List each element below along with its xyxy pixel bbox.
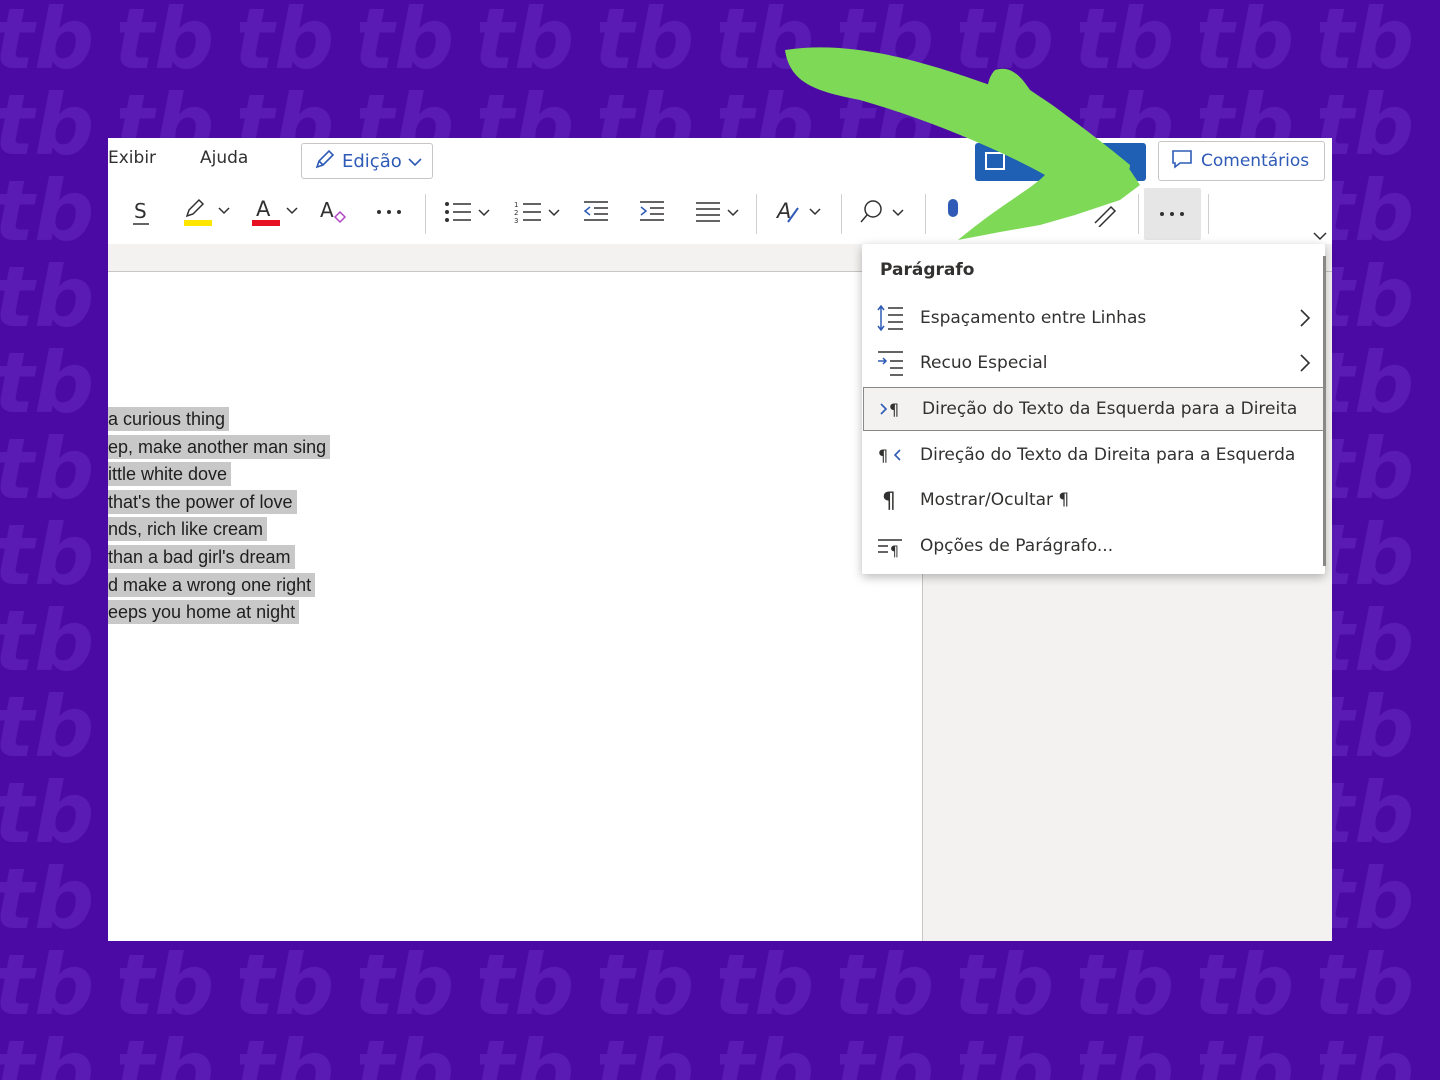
comments-button[interactable]: Comentários <box>1158 141 1325 181</box>
menu-item-label: Opções de Parágrafo... <box>920 536 1114 556</box>
menu-title: Parágrafo <box>880 260 975 280</box>
menu-scrollbar[interactable] <box>1323 256 1326 566</box>
ltr-paragraph-icon: ¶ <box>864 387 922 431</box>
clear-formatting-button[interactable]: A <box>316 190 350 234</box>
editor-icon <box>1091 197 1119 227</box>
dictate-icon <box>943 197 963 227</box>
font-color-button[interactable]: A <box>249 190 305 234</box>
decrease-indent-button[interactable] <box>580 190 612 234</box>
special-indent-icon <box>862 341 920 385</box>
strikethrough-button[interactable]: S <box>126 190 156 234</box>
strikethrough-icon: S <box>131 198 151 226</box>
more-options-icon <box>1158 210 1188 218</box>
share-icon <box>985 152 1005 170</box>
toolbar-separator <box>1208 194 1209 234</box>
svg-text:3: 3 <box>514 217 518 225</box>
chevron-right-icon <box>1285 353 1325 373</box>
decrease-indent-icon <box>581 197 611 227</box>
rtl-paragraph-icon: ¶ <box>862 433 920 477</box>
menu-item-paragraph-options[interactable]: ¶ Opções de Parágrafo... <box>862 524 1325 568</box>
document-line: eeps you home at night <box>108 599 330 627</box>
menu-item-rtl-direction[interactable]: ¶ Direção do Texto da Direita para a Esq… <box>862 433 1325 477</box>
editing-mode-button[interactable]: Edição <box>301 143 433 179</box>
menu-item-special-indent[interactable]: Recuo Especial <box>862 341 1325 385</box>
more-font-icon <box>375 208 405 216</box>
menu-item-label: Recuo Especial <box>920 353 1048 373</box>
pilcrow-icon: ¶ <box>862 478 920 522</box>
comment-bubble-icon <box>1171 149 1193 174</box>
ribbon-tabs: Exibir Ajuda Edição Comentários <box>108 138 1332 184</box>
numbering-button[interactable]: 123 <box>512 190 568 234</box>
increase-indent-icon <box>637 197 667 227</box>
share-button[interactable] <box>975 143 1146 181</box>
align-icon <box>693 197 747 227</box>
editor-button[interactable] <box>1088 190 1122 234</box>
bullets-icon <box>443 197 497 227</box>
toolbar-separator <box>756 194 757 234</box>
chevron-down-icon <box>408 151 422 172</box>
svg-text:¶: ¶ <box>882 489 896 512</box>
comment-button[interactable] <box>1014 190 1044 234</box>
dictate-button[interactable] <box>938 190 968 234</box>
menu-item-label: Direção do Texto da Direita para a Esque… <box>920 445 1296 465</box>
styles-icon: A <box>774 196 828 228</box>
comment-icon <box>1017 197 1041 227</box>
clear-format-icon: A <box>317 197 349 227</box>
line-spacing-icon <box>862 296 920 340</box>
paragraph-options-icon: ¶ <box>862 524 920 568</box>
chevron-right-icon <box>1285 308 1325 328</box>
svg-text:2: 2 <box>514 209 518 217</box>
numbering-icon: 123 <box>513 197 567 227</box>
toolbar-separator <box>925 194 926 234</box>
menu-item-label: Mostrar/Ocultar ¶ <box>920 490 1070 510</box>
document-line: a curious thing <box>108 406 330 434</box>
font-color-icon: A <box>250 196 304 228</box>
document-line: d make a wrong one right <box>108 572 330 600</box>
comments-label: Comentários <box>1201 151 1310 171</box>
menu-item-label: Espaçamento entre Linhas <box>920 308 1147 328</box>
svg-text:¶: ¶ <box>878 446 888 465</box>
increase-indent-button[interactable] <box>636 190 668 234</box>
toolbar-separator <box>1138 194 1139 234</box>
tab-view[interactable]: Exibir <box>108 148 156 168</box>
svg-text:¶: ¶ <box>890 544 899 558</box>
toolbar-separator <box>425 194 426 234</box>
menu-item-label: Direção do Texto da Esquerda para a Dire… <box>922 399 1298 419</box>
document-line: that's the power of love <box>108 489 330 517</box>
highlight-icon <box>181 196 235 228</box>
bullets-button[interactable] <box>442 190 498 234</box>
svg-text:A: A <box>320 198 334 222</box>
editing-mode-label: Edição <box>342 150 402 172</box>
menu-item-show-hide[interactable]: ¶ Mostrar/Ocultar ¶ <box>862 478 1325 522</box>
document-line: ep, make another man sing <box>108 434 331 462</box>
find-icon <box>857 197 911 227</box>
svg-text:1: 1 <box>514 201 518 209</box>
menu-item-ltr-direction[interactable]: ¶ Direção do Texto da Esquerda para a Di… <box>863 387 1324 431</box>
more-font-options-button[interactable] <box>372 190 408 234</box>
more-options-button[interactable] <box>1144 188 1201 240</box>
toolbar-separator <box>841 194 842 234</box>
styles-button[interactable]: A <box>773 190 829 234</box>
svg-text:S: S <box>134 199 147 223</box>
document-line: ittle white dove <box>108 461 330 489</box>
document-page[interactable]: a curious thing ep, make another man sin… <box>108 272 921 941</box>
home-toolbar: S A A 1 2 3 A <box>108 184 1332 244</box>
find-button[interactable] <box>856 190 912 234</box>
pencil-icon <box>314 148 336 175</box>
svg-text:¶: ¶ <box>889 400 899 419</box>
highlight-button[interactable] <box>180 190 236 234</box>
ribbon-expand-chevron-icon[interactable] <box>1312 226 1328 245</box>
tab-help[interactable]: Ajuda <box>200 148 248 168</box>
document-line: nds, rich like cream <box>108 516 330 544</box>
svg-text:A: A <box>256 197 271 221</box>
document-text: a curious thing ep, make another man sin… <box>108 406 331 627</box>
paragraph-menu: Parágrafo Espaçamento entre Linhas Recuo… <box>862 244 1326 574</box>
align-button[interactable] <box>692 190 748 234</box>
document-line: than a bad girl's dream <box>108 544 330 572</box>
menu-item-line-spacing[interactable]: Espaçamento entre Linhas <box>862 296 1325 340</box>
